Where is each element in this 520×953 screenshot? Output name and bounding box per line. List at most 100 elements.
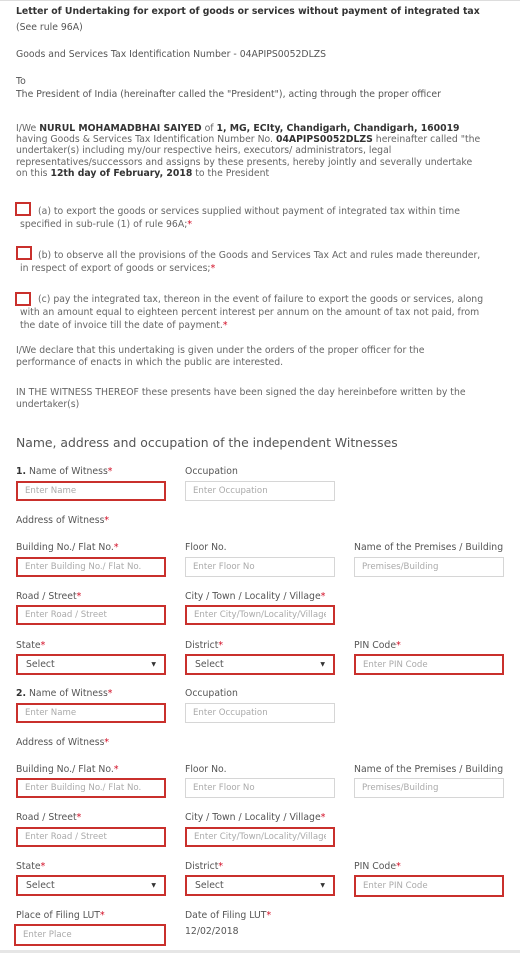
required-mark: * bbox=[40, 861, 46, 872]
witness-section-title: Name, address and occupation of the inde… bbox=[16, 435, 398, 450]
witness-2-building-input[interactable] bbox=[16, 778, 166, 798]
clause-b-text: (b) to observe all the provisions of the… bbox=[20, 250, 481, 274]
required-mark: * bbox=[218, 640, 224, 651]
required-mark: * bbox=[107, 688, 113, 699]
required-mark: * bbox=[99, 910, 105, 921]
witness-2-city-input[interactable] bbox=[185, 827, 335, 847]
dropdown-arrow-icon: ▼ bbox=[320, 882, 325, 889]
required-mark: * bbox=[396, 640, 401, 651]
witness-1-road-input[interactable] bbox=[16, 605, 166, 625]
label-text: State bbox=[16, 861, 41, 872]
witness-2-occupation-input[interactable] bbox=[185, 703, 335, 723]
clause-c: (c) pay the integrated tax, thereon in t… bbox=[20, 293, 490, 332]
witness-2-floor-label: Floor No. bbox=[185, 764, 227, 775]
label-text: City / Town / Locality / Village bbox=[185, 812, 321, 823]
witness-2-address-label: Address of Witness* bbox=[16, 737, 109, 748]
label-text: Name of Witness bbox=[26, 466, 108, 477]
place-of-filing-label: Place of Filing LUT* bbox=[16, 910, 105, 921]
required-mark: * bbox=[107, 466, 113, 477]
top-divider bbox=[0, 0, 520, 1]
page-title: Letter of Undertaking for export of good… bbox=[16, 6, 480, 17]
label-text: Building No./ Flat No. bbox=[16, 764, 114, 775]
select-value: Select bbox=[26, 659, 55, 670]
witness-2-pin-input[interactable] bbox=[354, 875, 504, 897]
declaration-text: I/We declare that this undertaking is gi… bbox=[16, 345, 425, 368]
witness-number: 2. bbox=[16, 688, 27, 699]
witness-2-floor-input[interactable] bbox=[185, 778, 335, 798]
witness-2-road-input[interactable] bbox=[16, 827, 166, 847]
dropdown-arrow-icon: ▼ bbox=[151, 882, 156, 889]
witness-2-road-label: Road / Street* bbox=[16, 812, 81, 823]
undertaking-date: 12th day of February, 2018 bbox=[50, 167, 193, 179]
witness-2-name-input[interactable] bbox=[16, 703, 166, 723]
witness-2-district-select[interactable]: Select ▼ bbox=[185, 875, 335, 896]
rule-reference: (See rule 96A) bbox=[16, 22, 83, 33]
witness-statement: IN THE WITNESS THEREOF these presents ha… bbox=[16, 387, 466, 410]
witness-1-state-select[interactable]: Select ▼ bbox=[16, 654, 166, 675]
witness-1-premises-label: Name of the Premises / Building bbox=[354, 542, 504, 553]
required-mark: * bbox=[266, 910, 272, 921]
undertaker-gstin: 04APIPS0052DLZS bbox=[275, 134, 373, 146]
witness-number: 1. bbox=[16, 466, 27, 477]
label-text: PIN Code bbox=[354, 640, 397, 651]
witness-1-building-label: Building No./ Flat No.* bbox=[16, 542, 119, 553]
label-text: Road / Street bbox=[16, 812, 77, 823]
text-prefix: I/We bbox=[16, 123, 40, 134]
witness-1-premises-input[interactable] bbox=[354, 557, 504, 577]
required-mark: * bbox=[218, 861, 224, 872]
witness-2-occupation-label: Occupation bbox=[185, 688, 238, 699]
witness-1-floor-input[interactable] bbox=[185, 557, 335, 577]
witness-2-premises-input[interactable] bbox=[354, 778, 504, 798]
required-mark: * bbox=[210, 263, 216, 274]
select-value: Select bbox=[195, 880, 224, 891]
clause-a-text: (a) to export the goods or services supp… bbox=[20, 206, 460, 230]
date-of-filing-label: Date of Filing LUT* bbox=[185, 910, 271, 921]
label-text: PIN Code bbox=[354, 861, 397, 872]
witness-1-name-input[interactable] bbox=[16, 481, 166, 501]
witness-1-occupation-label: Occupation bbox=[185, 466, 238, 477]
gstin-line: Goods and Services Tax Identification Nu… bbox=[16, 49, 327, 60]
required-mark: * bbox=[104, 515, 110, 526]
label-text: District bbox=[185, 861, 219, 872]
required-mark: * bbox=[113, 764, 119, 775]
addressee: The President of India (hereinafter call… bbox=[16, 89, 441, 100]
witness-1-building-input[interactable] bbox=[16, 557, 166, 577]
witness-1-floor-label: Floor No. bbox=[185, 542, 227, 553]
label-text: City / Town / Locality / Village bbox=[185, 591, 321, 602]
undertaker-name: NURUL MOHAMADBHAI SAIYED bbox=[39, 123, 202, 134]
required-mark: * bbox=[76, 591, 82, 602]
witness-1-occupation-input[interactable] bbox=[185, 481, 335, 501]
label-text: State bbox=[16, 640, 41, 651]
required-mark: * bbox=[396, 861, 401, 872]
witness-2-pin-label: PIN Code* bbox=[354, 861, 401, 872]
witness-1-state-label: State* bbox=[16, 640, 45, 651]
required-mark: * bbox=[222, 320, 228, 331]
clause-c-text: (c) pay the integrated tax, thereon in t… bbox=[20, 294, 484, 331]
select-value: Select bbox=[195, 659, 224, 670]
to-label: To bbox=[16, 76, 26, 87]
required-mark: * bbox=[40, 640, 46, 651]
witness-2-city-label: City / Town / Locality / Village* bbox=[185, 812, 325, 823]
witness-2-building-label: Building No./ Flat No.* bbox=[16, 764, 119, 775]
witness-1-district-select[interactable]: Select ▼ bbox=[185, 654, 335, 675]
date-of-filing-value: 12/02/2018 bbox=[185, 926, 239, 937]
text-having: having Goods & Services Tax Identificati… bbox=[16, 134, 276, 146]
witness-1-city-label: City / Town / Locality / Village* bbox=[185, 591, 325, 602]
witness-1-pin-input[interactable] bbox=[354, 654, 504, 675]
label-text: Building No./ Flat No. bbox=[16, 542, 114, 553]
required-mark: * bbox=[320, 812, 326, 823]
witness-2-state-label: State* bbox=[16, 861, 45, 872]
witness-1-district-label: District* bbox=[185, 640, 223, 651]
witness-2-state-select[interactable]: Select ▼ bbox=[16, 875, 166, 896]
dropdown-arrow-icon: ▼ bbox=[320, 661, 325, 668]
label-text: Address of Witness bbox=[16, 737, 105, 748]
witness-2-name-label: 2. Name of Witness* bbox=[16, 688, 112, 699]
required-mark: * bbox=[187, 219, 192, 230]
text-suffix: to the President bbox=[192, 167, 270, 179]
place-of-filing-input[interactable] bbox=[14, 924, 166, 946]
required-mark: * bbox=[76, 812, 82, 823]
witness-1-pin-label: PIN Code* bbox=[354, 640, 401, 651]
undertaking-paragraph: I/We NURUL MOHAMADBHAI SAIYED of 1, MG, … bbox=[16, 123, 486, 179]
witness-1-city-input[interactable] bbox=[185, 605, 335, 625]
text-of: of bbox=[201, 123, 217, 134]
